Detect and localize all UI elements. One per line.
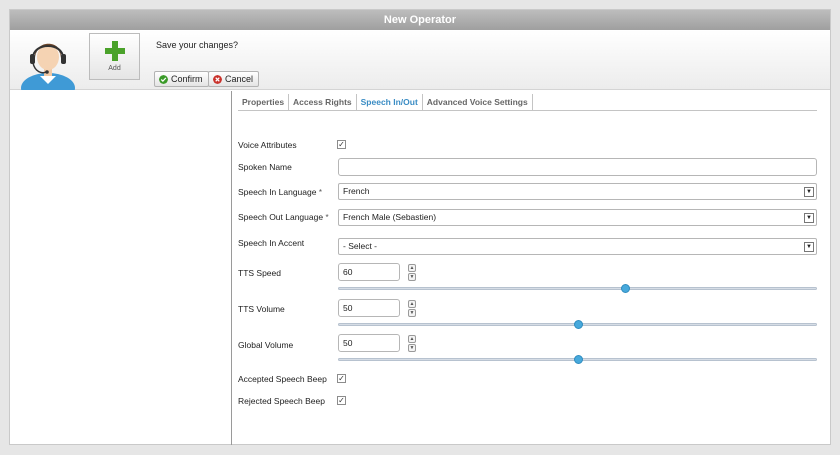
rejected-speech-beep-label: Rejected Speech Beep — [238, 396, 325, 406]
plus-icon — [104, 41, 125, 61]
tts-volume-input[interactable]: 50 — [338, 299, 400, 317]
window-title: New Operator — [10, 10, 830, 30]
confirm-button[interactable]: Confirm — [154, 71, 209, 87]
spoken-name-input[interactable] — [338, 158, 817, 176]
cancel-button-label: Cancel — [225, 74, 254, 84]
tts-speed-stepper: ▲ ▼ — [408, 264, 416, 281]
tab-bar: Properties Access Rights Speech In/Out A… — [238, 94, 817, 111]
panel-divider — [231, 91, 232, 445]
tab-advanced-voice-settings[interactable]: Advanced Voice Settings — [423, 94, 533, 110]
tts-speed-label: TTS Speed — [238, 268, 281, 278]
header-toolbar: Add Save your changes? Confirm Cancel — [10, 30, 830, 90]
accepted-speech-beep-label: Accepted Speech Beep — [238, 374, 327, 384]
stepper-down-icon[interactable]: ▼ — [408, 344, 416, 352]
voice-attributes-label: Voice Attributes — [238, 140, 297, 150]
triangle-down-icon[interactable]: ▼ — [804, 213, 814, 223]
speech-in-language-label-text: Speech In Language — [238, 187, 317, 197]
speech-out-language-label: Speech Out Language * — [238, 212, 329, 222]
tts-volume-slider[interactable] — [338, 320, 817, 330]
speech-in-language-select[interactable]: French ▼ — [338, 183, 817, 200]
tab-speech-in-out[interactable]: Speech In/Out — [357, 94, 423, 110]
slider-track — [338, 287, 817, 290]
stepper-down-icon[interactable]: ▼ — [408, 273, 416, 281]
add-button[interactable]: Add — [89, 33, 140, 80]
left-panel — [10, 91, 231, 445]
speech-in-language-value: French — [343, 186, 370, 196]
tts-volume-label: TTS Volume — [238, 304, 285, 314]
triangle-down-icon[interactable]: ▼ — [804, 187, 814, 197]
rejected-speech-beep-checkbox[interactable]: ✓ — [337, 396, 346, 405]
new-operator-window: New Operator Add Save your changes? Conf… — [9, 9, 831, 445]
cancel-button[interactable]: Cancel — [208, 71, 260, 87]
speech-in-accent-select[interactable]: - Select - ▼ — [338, 238, 817, 255]
speech-in-accent-value: - Select - — [343, 241, 378, 251]
required-mark: * — [318, 188, 322, 197]
speech-out-language-value: French Male (Sebastien) — [343, 212, 437, 222]
tts-volume-stepper: ▲ ▼ — [408, 300, 416, 317]
x-circle-icon — [213, 74, 222, 84]
tab-properties[interactable]: Properties — [238, 94, 290, 110]
global-volume-input[interactable]: 50 — [338, 334, 400, 352]
stepper-up-icon[interactable]: ▲ — [408, 335, 416, 343]
confirm-button-label: Confirm — [171, 74, 203, 84]
slider-thumb[interactable] — [621, 284, 631, 293]
speech-in-accent-label: Speech In Accent — [238, 238, 305, 248]
slider-thumb[interactable] — [573, 320, 583, 329]
global-volume-label: Global Volume — [238, 340, 294, 350]
speech-in-language-label: Speech In Language * — [238, 187, 322, 197]
global-volume-stepper: ▲ ▼ — [408, 335, 416, 352]
speech-out-language-label-text: Speech Out Language — [238, 212, 324, 222]
operator-avatar-icon — [21, 43, 75, 90]
check-circle-icon — [159, 74, 168, 84]
save-changes-question: Save your changes? — [156, 40, 239, 50]
required-mark: * — [325, 213, 329, 222]
global-volume-slider[interactable] — [338, 355, 817, 365]
slider-thumb[interactable] — [573, 355, 583, 364]
stepper-up-icon[interactable]: ▲ — [408, 300, 416, 308]
accepted-speech-beep-checkbox[interactable]: ✓ — [337, 374, 346, 383]
triangle-down-icon[interactable]: ▼ — [804, 242, 814, 252]
tts-speed-input[interactable]: 60 — [338, 263, 400, 281]
stepper-up-icon[interactable]: ▲ — [408, 264, 416, 272]
spoken-name-label: Spoken Name — [238, 162, 292, 172]
tab-access-rights[interactable]: Access Rights — [289, 94, 357, 110]
tts-speed-slider[interactable] — [338, 284, 817, 294]
speech-out-language-select[interactable]: French Male (Sebastien) ▼ — [338, 209, 817, 226]
voice-attributes-checkbox[interactable]: ✓ — [337, 140, 346, 149]
stepper-down-icon[interactable]: ▼ — [408, 309, 416, 317]
add-button-label: Add — [108, 65, 121, 72]
